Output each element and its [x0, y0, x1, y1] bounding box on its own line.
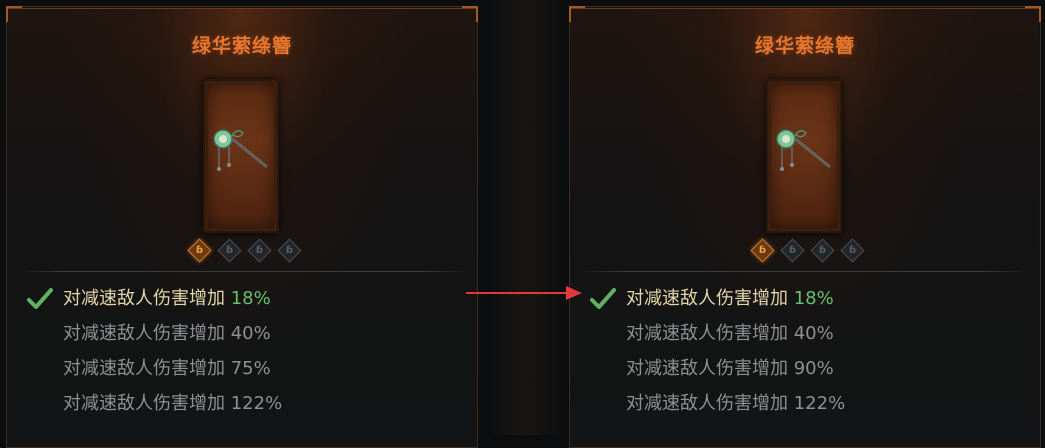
item-card[interactable]: [766, 79, 842, 233]
effect-row: 对减速敌人伤害增加 40%: [7, 322, 477, 357]
rune-slot-icon[interactable]: ɓ: [780, 238, 805, 263]
item-title: 绿华萦绦簪: [191, 35, 292, 57]
rune-slot-icon[interactable]: ɓ: [217, 238, 242, 263]
hairpin-icon: [776, 129, 831, 171]
effect-value: 18%: [230, 288, 271, 309]
rune-slot-icon[interactable]: ɓ: [187, 238, 212, 263]
rune-slot-icon[interactable]: ɓ: [247, 238, 272, 263]
section-divider: [580, 271, 1030, 272]
effect-label: 对减速敌人伤害增加: [63, 323, 225, 344]
background-divider: [490, 0, 560, 435]
rune-slots: ɓ ɓ ɓ ɓ: [187, 238, 302, 263]
effect-value: 40%: [793, 323, 834, 344]
effect-row: 对减速敌人伤害增加 90%: [570, 357, 1040, 392]
effect-label: 对减速敌人伤害增加: [626, 323, 788, 344]
effect-value: 40%: [230, 323, 271, 344]
effect-list: 对减速敌人伤害增加 18% 对减速敌人伤害增加 40% 对减速敌人伤害增加 90…: [570, 287, 1040, 427]
effect-value: 90%: [793, 358, 834, 379]
rune-slot-icon[interactable]: ɓ: [750, 238, 775, 263]
corner-ornament: [1025, 6, 1041, 22]
item-tooltip-panel-left: 绿华萦绦簪 ɓ ɓ ɓ ɓ 对减速敌人伤害增加 18% 对减速敌人伤害增加 40…: [6, 6, 478, 448]
effect-value: 122%: [230, 393, 283, 414]
effect-row: 对减速敌人伤害增加 122%: [570, 392, 1040, 427]
effect-row: 对减速敌人伤害增加 122%: [7, 392, 477, 427]
effect-label: 对减速敌人伤害增加: [626, 288, 788, 309]
effect-list: 对减速敌人伤害增加 18% 对减速敌人伤害增加 40% 对减速敌人伤害增加 75…: [7, 287, 477, 427]
check-icon: [590, 288, 616, 309]
effect-row: 对减速敌人伤害增加 18%: [570, 287, 1040, 322]
effect-label: 对减速敌人伤害增加: [63, 288, 225, 309]
effect-value: 122%: [793, 393, 846, 414]
hairpin-icon: [213, 129, 268, 171]
effect-label: 对减速敌人伤害增加: [63, 358, 225, 379]
item-title: 绿华萦绦簪: [754, 35, 855, 57]
rune-slot-icon[interactable]: ɓ: [277, 238, 302, 263]
rune-slot-icon[interactable]: ɓ: [840, 238, 865, 263]
check-icon: [27, 288, 53, 309]
item-card[interactable]: [203, 79, 279, 233]
item-tooltip-panel-right: 绿华萦绦簪 ɓ ɓ ɓ ɓ 对减速敌人伤害增加 18% 对减速敌人伤害增加 40…: [569, 6, 1041, 448]
effect-label: 对减速敌人伤害增加: [626, 393, 788, 414]
arrow-right-icon: [466, 286, 582, 300]
effect-value: 75%: [230, 358, 271, 379]
section-divider: [17, 271, 467, 272]
effect-label: 对减速敌人伤害增加: [63, 393, 225, 414]
corner-ornament: [462, 6, 478, 22]
rune-slots: ɓ ɓ ɓ ɓ: [750, 238, 865, 263]
corner-ornament: [6, 6, 22, 22]
effect-row: 对减速敌人伤害增加 75%: [7, 357, 477, 392]
effect-label: 对减速敌人伤害增加: [626, 358, 788, 379]
corner-ornament: [569, 6, 585, 22]
rune-slot-icon[interactable]: ɓ: [810, 238, 835, 263]
effect-value: 18%: [793, 288, 834, 309]
effect-row: 对减速敌人伤害增加 40%: [570, 322, 1040, 357]
effect-row: 对减速敌人伤害增加 18%: [7, 287, 477, 322]
